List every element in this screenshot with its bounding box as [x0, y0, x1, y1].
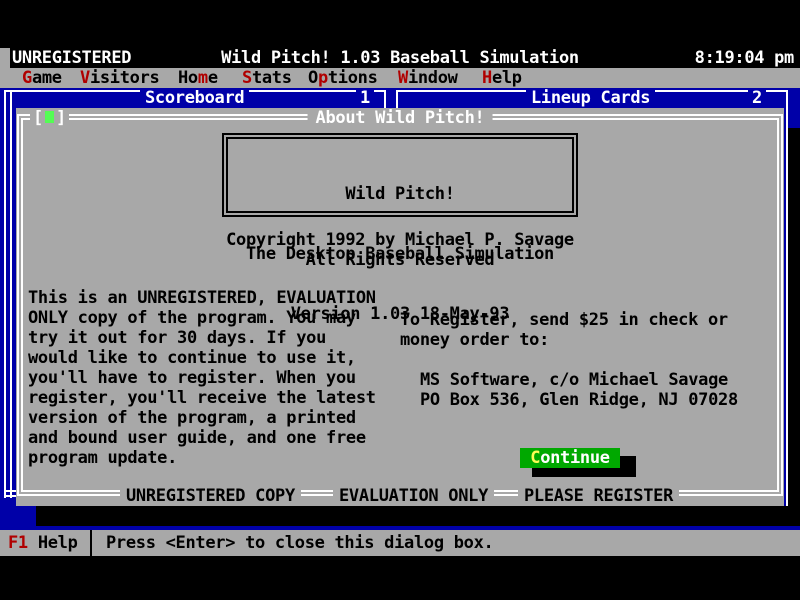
- title-bar-corner-cell: [0, 48, 10, 68]
- body-line: you'll have to register. When you: [28, 368, 356, 388]
- window-title-scoreboard[interactable]: Scoreboard: [140, 88, 249, 108]
- body-line: and bound user guide, and one free: [28, 428, 366, 448]
- status-bar: F1 Help Press <Enter> to close this dial…: [0, 530, 800, 556]
- menu-bar: Game Visitors Home Stats Options Window …: [0, 68, 800, 88]
- registration-status: UNREGISTERED: [12, 48, 131, 68]
- clock: 8:19:04 pm: [695, 48, 794, 68]
- info-line: Wild Pitch!: [228, 184, 572, 204]
- body-line: program update.: [28, 448, 177, 468]
- body-line: register, you'll receive the latest: [28, 388, 376, 408]
- menu-item-game[interactable]: Game: [22, 68, 62, 88]
- dialog-shadow: [788, 128, 800, 526]
- close-box-icon: [45, 111, 54, 123]
- f1-key-label: F1: [8, 533, 28, 553]
- window-border-line: [10, 92, 12, 498]
- help-label: Help: [38, 533, 78, 553]
- window-number-lineup-cards: 2: [748, 88, 766, 108]
- menu-item-visitors[interactable]: Visitors: [80, 68, 159, 88]
- register-line: MS Software, c/o Michael Savage: [420, 370, 728, 390]
- about-dialog: About Wild Pitch! [] Wild Pitch! The Des…: [16, 108, 784, 506]
- footer-label-please-register: PLEASE REGISTER: [518, 486, 679, 506]
- f1-help-button[interactable]: F1 Help: [8, 530, 78, 556]
- continue-button[interactable]: Continue: [520, 448, 620, 468]
- window-border-line: [396, 90, 398, 108]
- body-line: This is an UNREGISTERED, EVALUATION: [28, 288, 376, 308]
- footer-label-unregistered-copy: UNREGISTERED COPY: [120, 486, 301, 506]
- copyright-line: Copyright 1992 by Michael P. Savage: [16, 230, 784, 250]
- menu-item-stats[interactable]: Stats: [242, 68, 292, 88]
- about-info-box: Wild Pitch! The Desktop Baseball Simulat…: [222, 133, 578, 217]
- menu-item-help[interactable]: Help: [482, 68, 522, 88]
- copyright-line: All Rights Reserved: [16, 250, 784, 270]
- register-line: PO Box 536, Glen Ridge, NJ 07028: [420, 390, 738, 410]
- close-button[interactable]: []: [30, 108, 69, 128]
- body-line: try it out for 30 days. If you: [28, 328, 326, 348]
- menu-item-window[interactable]: Window: [398, 68, 458, 88]
- register-line: To Register, send $25 in check or: [400, 310, 728, 330]
- window-border-line: [4, 92, 6, 498]
- menu-item-home[interactable]: Home: [178, 68, 218, 88]
- title-bar: UNREGISTERED Wild Pitch! 1.03 Baseball S…: [0, 48, 800, 68]
- screen: UNREGISTERED Wild Pitch! 1.03 Baseball S…: [0, 0, 800, 600]
- body-line: would like to continue to use it,: [28, 348, 356, 368]
- body-line: ONLY copy of the program. You may: [28, 308, 356, 328]
- register-line: money order to:: [400, 330, 549, 350]
- menu-item-options[interactable]: Options: [308, 68, 378, 88]
- app-title: Wild Pitch! 1.03 Baseball Simulation: [221, 48, 579, 68]
- window-title-lineup-cards[interactable]: Lineup Cards: [526, 88, 655, 108]
- status-separator: [90, 530, 92, 556]
- window-number-scoreboard: 1: [356, 88, 374, 108]
- footer-label-evaluation-only: EVALUATION ONLY: [333, 486, 494, 506]
- dialog-shadow: [36, 506, 800, 526]
- window-border-line: [384, 90, 386, 108]
- dialog-title: About Wild Pitch!: [308, 108, 493, 128]
- body-line: version of the program, a printed: [28, 408, 356, 428]
- status-message: Press <Enter> to close this dialog box.: [106, 530, 493, 556]
